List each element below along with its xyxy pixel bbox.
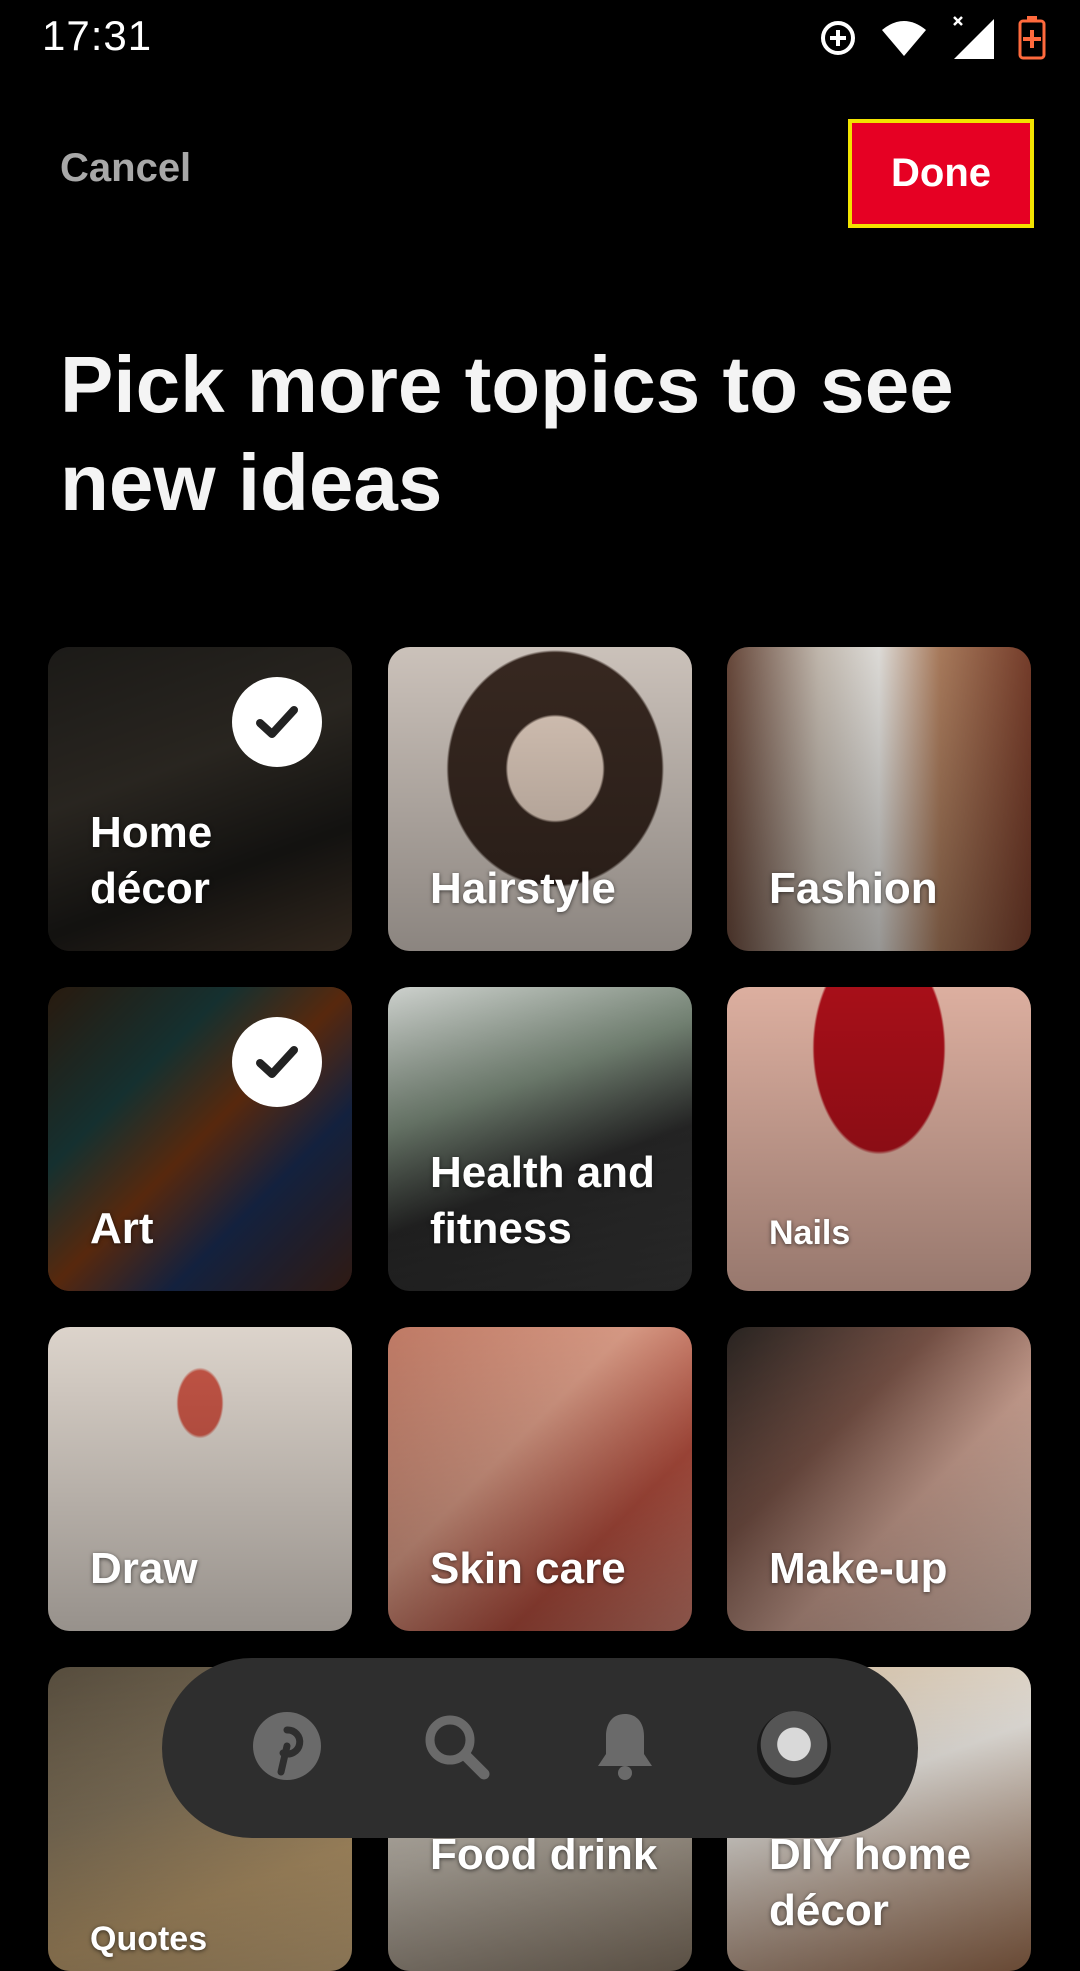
topics-grid: Home décor Hairstyle Fashion Art Health … (0, 0, 1080, 1971)
topic-tile-hairstyle[interactable]: Hairstyle (388, 647, 692, 951)
topic-label: Quotes (90, 1920, 208, 1958)
search-icon (420, 1710, 492, 1787)
topic-label: Draw (90, 1544, 198, 1593)
topic-tile-skin-care[interactable]: Skin care (388, 1327, 692, 1631)
topic-tile-make-up[interactable]: Make-up (727, 1327, 1031, 1631)
topic-label: DIY home décor (769, 1830, 972, 1935)
nav-search[interactable] (408, 1700, 504, 1796)
nav-home[interactable] (239, 1700, 335, 1796)
bell-icon (592, 1710, 658, 1787)
nav-notifications[interactable] (577, 1700, 673, 1796)
topic-label: Nails (769, 1214, 851, 1252)
topic-tile-art[interactable]: Art (48, 987, 352, 1291)
pinterest-home-icon (251, 1710, 323, 1787)
topic-label: Health and fitness (430, 1148, 655, 1253)
topic-label: Art (90, 1204, 154, 1253)
selected-check-icon (232, 677, 322, 767)
topic-tile-nails[interactable]: Nails (727, 987, 1031, 1291)
topic-label: Fashion (769, 864, 938, 913)
topic-label: Home décor (90, 808, 213, 913)
topic-label: Make-up (769, 1544, 948, 1593)
topic-label: Skin care (430, 1544, 626, 1593)
topic-tile-draw[interactable]: Draw (48, 1327, 352, 1631)
avatar (756, 1711, 831, 1785)
topic-tile-health-and-fitness[interactable]: Health and fitness (388, 987, 692, 1291)
topic-tile-fashion[interactable]: Fashion (727, 647, 1031, 951)
nav-profile[interactable] (746, 1700, 842, 1796)
selected-check-icon (232, 1017, 322, 1107)
topic-label: Hairstyle (430, 864, 616, 913)
topic-tile-home-decor[interactable]: Home décor (48, 647, 352, 951)
bottom-nav (162, 1658, 918, 1838)
